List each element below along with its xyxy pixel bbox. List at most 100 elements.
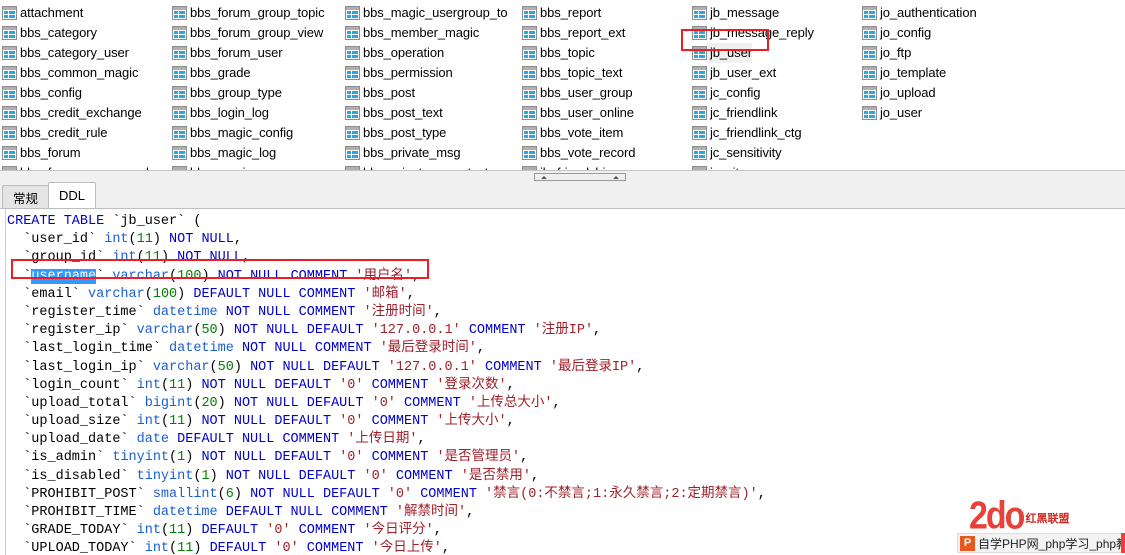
- table-list-item[interactable]: jb_user: [690, 43, 814, 63]
- code-token: ,: [552, 395, 561, 411]
- code-token: varchar: [112, 268, 170, 284]
- code-line: `email` varchar(100) DEFAULT NULL COMMEN…: [7, 286, 1125, 304]
- table-list-item[interactable]: jc_site: [690, 163, 814, 170]
- table-list-item[interactable]: jo_authentication: [860, 3, 977, 23]
- table-list-item[interactable]: jc_friendlink: [690, 103, 814, 123]
- code-token: int: [144, 541, 170, 555]
- table-name-label: bbs_forum_group_view: [190, 25, 324, 40]
- code-token: NOT NULL COMMENT: [241, 341, 380, 357]
- triangle-up-icon-right[interactable]: [613, 175, 619, 179]
- table-list-item[interactable]: bbs_config: [0, 83, 155, 103]
- table-list-item[interactable]: bbs_magic_config: [170, 123, 325, 143]
- table-list-item[interactable]: jc_friendlink_ctg: [690, 123, 814, 143]
- table-list-item[interactable]: bbs_credit_exchange: [0, 103, 155, 123]
- table-list-item[interactable]: bbs_magic_usergroup_to: [343, 3, 508, 23]
- code-token: '解禁时间': [395, 505, 467, 520]
- table-list-item[interactable]: bbs_private_msg: [343, 143, 508, 163]
- table-list-item[interactable]: bbs_report_ext: [520, 23, 635, 43]
- tab-ddl[interactable]: DDL: [48, 182, 97, 208]
- ddl-editor-panel[interactable]: CREATE TABLE `jb_user` ( `user_id` int(1…: [0, 208, 1125, 555]
- table-list-item[interactable]: jb_user_ext: [690, 63, 814, 83]
- table-list-item[interactable]: bbs_credit_rule: [0, 123, 155, 143]
- table-list-item[interactable]: bbs_grade: [170, 63, 325, 83]
- table-list-item[interactable]: bbs_operation: [343, 43, 508, 63]
- table-list-item[interactable]: bbs_forum: [0, 143, 155, 163]
- code-token: 50: [217, 359, 234, 375]
- table-list-item[interactable]: jb_friendship: [520, 163, 635, 170]
- table-list-item[interactable]: jo_user: [860, 103, 977, 123]
- table-grid-icon: [522, 46, 537, 60]
- table-name-label: bbs_group_type: [190, 85, 282, 100]
- table-list-item[interactable]: jb_message: [690, 3, 814, 23]
- table-grid-icon: [345, 26, 360, 40]
- table-list-item[interactable]: jo_template: [860, 63, 977, 83]
- table-list-item[interactable]: bbs_post_type: [343, 123, 508, 143]
- code-token: ): [217, 323, 234, 339]
- table-name-label: bbs_private_msg_text: [360, 163, 488, 170]
- code-token: '0': [363, 468, 388, 484]
- code-token: `group_id`: [7, 250, 113, 266]
- table-list-item[interactable]: jo_upload: [860, 83, 977, 103]
- table-list-item[interactable]: jo_ftp: [860, 43, 977, 63]
- table-list-item[interactable]: bbs_post: [343, 83, 508, 103]
- code-line: `upload_total` bigint(20) NOT NULL DEFAU…: [7, 395, 1125, 413]
- table-list-item[interactable]: jc_config: [690, 83, 814, 103]
- table-list-item[interactable]: bbs_post_text: [343, 103, 508, 123]
- table-list-item[interactable]: bbs_category_user: [0, 43, 155, 63]
- table-list-item[interactable]: bbs_user_online: [520, 103, 635, 123]
- table-list-item[interactable]: bbs_forum_group_topic: [170, 3, 325, 23]
- table-grid-icon: [172, 46, 187, 60]
- tab-general[interactable]: 常规: [2, 185, 50, 208]
- table-list-item[interactable]: bbs_magic_log: [170, 143, 325, 163]
- table-grid-icon: [522, 146, 537, 160]
- table-name-label: bbs_user_online: [540, 105, 634, 120]
- code-token: `last_login_ip`: [7, 359, 153, 375]
- code-token: COMMENT: [363, 450, 437, 466]
- table-list-item[interactable]: bbs_category: [0, 23, 155, 43]
- code-token: ): [233, 359, 251, 375]
- table-list-item[interactable]: bbs_permission: [343, 63, 508, 83]
- table-list-item[interactable]: jb_message_reply: [690, 23, 814, 43]
- table-name-label: jo_template: [880, 65, 947, 80]
- table-grid-icon: [2, 126, 17, 140]
- table-list-item[interactable]: bbs_login_log: [170, 103, 325, 123]
- code-line: CREATE TABLE `jb_user` (: [7, 213, 1125, 231]
- triangle-up-icon-left[interactable]: [541, 175, 547, 179]
- table-list-item[interactable]: bbs_report: [520, 3, 635, 23]
- code-token: '127.0.0.1': [387, 359, 477, 375]
- table-list-item[interactable]: jo_config: [860, 23, 977, 43]
- table-list-panel[interactable]: attachment bbs_category bbs_category_user b…: [0, 0, 1125, 170]
- table-list-item[interactable]: attachment: [0, 3, 155, 23]
- code-token: NOT NULL DEFAULT: [233, 395, 372, 411]
- table-list-item[interactable]: bbs_topic: [520, 43, 635, 63]
- table-list-item[interactable]: bbs_forum_group_view: [170, 23, 325, 43]
- table-list-item[interactable]: bbs_vote_record: [520, 143, 635, 163]
- code-token: '是否管理员': [436, 450, 521, 466]
- code-token: 1: [201, 468, 210, 484]
- table-list-item[interactable]: bbs_common_magic: [0, 63, 155, 83]
- table-grid-icon: [862, 86, 877, 100]
- code-token: `register_ip`: [7, 323, 137, 339]
- table-grid-icon: [2, 146, 17, 160]
- ddl-source-code[interactable]: CREATE TABLE `jb_user` ( `user_id` int(1…: [7, 213, 1125, 555]
- table-list-item[interactable]: bbs_member_magic: [343, 23, 508, 43]
- code-token: '上传总大小': [468, 395, 553, 411]
- table-list-item[interactable]: bbs_magic_usergroup: [170, 163, 325, 170]
- table-list-item[interactable]: bbs_group_type: [170, 83, 325, 103]
- table-list-item[interactable]: bbs_vote_item: [520, 123, 635, 143]
- horizontal-splitter-handle[interactable]: [534, 173, 626, 181]
- table-list-item[interactable]: bbs_forum_group_reply: [0, 163, 155, 170]
- table-list-item[interactable]: jc_sensitivity: [690, 143, 814, 163]
- table-list-item[interactable]: bbs_user_group: [520, 83, 635, 103]
- code-token: COMMENT: [387, 468, 461, 484]
- code-token: tinyint: [112, 450, 170, 466]
- table-list-item[interactable]: bbs_topic_text: [520, 63, 635, 83]
- code-token: bigint: [144, 395, 194, 411]
- code-token: NOT NULL DEFAULT: [201, 450, 340, 466]
- code-token: `is_disabled`: [7, 468, 137, 484]
- table-list-item[interactable]: bbs_private_msg_text: [343, 163, 508, 170]
- code-line: `is_disabled` tinyint(1) NOT NULL DEFAUL…: [7, 468, 1125, 486]
- table-list-item[interactable]: bbs_forum_user: [170, 43, 325, 63]
- code-token: 100: [152, 286, 178, 302]
- code-token: '0': [339, 450, 364, 466]
